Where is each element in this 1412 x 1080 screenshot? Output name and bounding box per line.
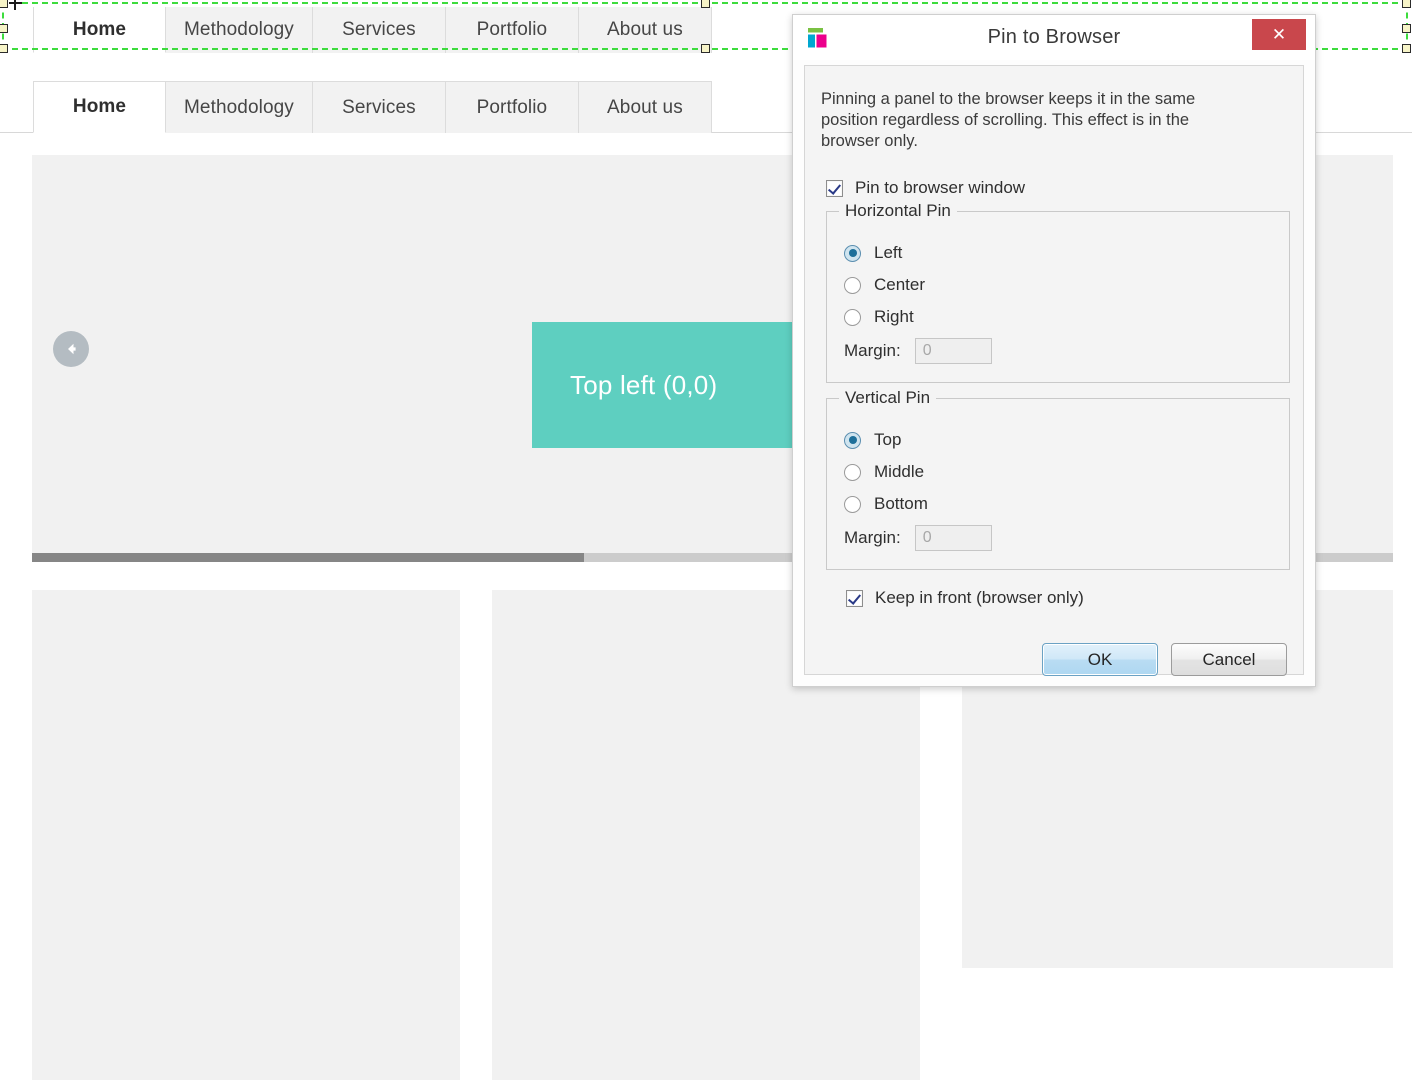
vertical-pin-legend: Vertical Pin [839,388,937,408]
pinned-tab-home[interactable]: Home [33,7,166,53]
close-icon[interactable]: ✕ [1252,19,1306,50]
horizontal-pin-option-right-label: Right [874,307,914,326]
vertical-margin-label: Margin: [844,528,901,547]
ok-button[interactable]: OK [1042,643,1158,676]
pinned-tab-about-us[interactable]: About us [578,7,712,53]
horizontal-margin-input[interactable]: 0 [914,338,992,364]
vertical-pin-option-bottom-label: Bottom [874,494,928,513]
dialog-description: Pinning a panel to the browser keeps it … [821,90,1196,150]
dialog-title: Pin to Browser [987,26,1121,48]
radio-selected-icon [844,431,861,449]
checkbox-checked-icon [846,589,863,607]
tab-methodology[interactable]: Methodology [166,81,313,133]
vertical-pin-group: Vertical Pin Top Middle Bottom Margin: 0 [826,388,1290,570]
arrow-left-circle-icon [62,340,80,358]
radio-selected-icon [844,244,861,262]
vertical-margin-row: Margin: 0 [844,525,992,551]
pinned-tab-services[interactable]: Services [312,7,446,53]
horizontal-pin-option-right[interactable]: Right [844,307,914,327]
vertical-pin-option-middle-label: Middle [874,462,925,481]
pin-to-browser-dialog: Pin to Browser ✕ Pinning a panel to the … [792,14,1316,687]
vertical-pin-option-bottom[interactable]: Bottom [844,494,928,514]
horizontal-margin-label: Margin: [844,341,901,360]
tab-services[interactable]: Services [312,81,446,133]
pin-to-browser-window-checkbox[interactable]: Pin to browser window [826,178,1025,198]
vertical-pin-option-top[interactable]: Top [844,430,901,450]
pinned-tab-methodology[interactable]: Methodology [166,7,313,53]
horizontal-pin-option-left[interactable]: Left [844,243,902,263]
page-navbar-tabs: Home Methodology Services Portfolio Abou… [33,81,712,133]
content-placeholder-1 [32,590,460,1080]
pinned-tab-portfolio[interactable]: Portfolio [445,7,579,53]
app-logo-icon [806,26,832,52]
position-callout-body: Top left (0,0) [532,322,817,448]
carousel-prev-button[interactable] [53,331,89,367]
hero-progress-fill [32,553,584,562]
dialog-button-bar: OK Cancel [805,643,1303,676]
tab-portfolio[interactable]: Portfolio [445,81,579,133]
tab-about-us[interactable]: About us [578,81,712,133]
vertical-pin-option-top-label: Top [874,430,902,449]
vertical-pin-option-middle[interactable]: Middle [844,462,924,482]
tab-home[interactable]: Home [33,81,166,133]
pin-to-browser-window-label: Pin to browser window [855,178,1026,197]
checkbox-checked-icon [826,179,843,197]
horizontal-pin-group: Horizontal Pin Left Center Right Margin:… [826,201,1290,383]
radio-unselected-icon [844,308,861,326]
keep-in-front-checkbox[interactable]: Keep in front (browser only) [846,588,1084,608]
radio-unselected-icon [844,495,861,513]
horizontal-margin-row: Margin: 0 [844,338,992,364]
dialog-titlebar[interactable]: Pin to Browser ✕ [793,15,1315,60]
cancel-button[interactable]: Cancel [1171,643,1287,676]
horizontal-pin-option-center[interactable]: Center [844,275,925,295]
horizontal-pin-option-center-label: Center [874,275,926,294]
radio-unselected-icon [844,463,861,481]
horizontal-pin-legend: Horizontal Pin [839,201,957,221]
pinned-navbar-tabs: Home Methodology Services Portfolio Abou… [33,7,712,53]
dialog-panel: Pinning a panel to the browser keeps it … [804,65,1304,676]
vertical-margin-input[interactable]: 0 [914,525,992,551]
horizontal-pin-option-left-label: Left [874,243,903,262]
position-callout-label: Top left (0,0) [570,369,718,400]
keep-in-front-label: Keep in front (browser only) [875,588,1084,607]
radio-unselected-icon [844,276,861,294]
